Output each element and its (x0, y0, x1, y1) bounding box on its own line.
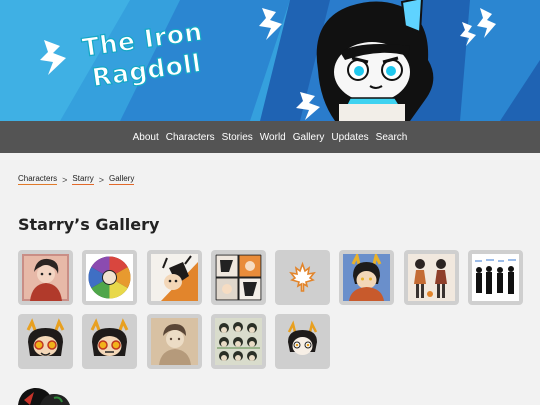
gallery-thumbnail[interactable] (275, 250, 331, 305)
page-title: Starry’s Gallery (18, 215, 160, 234)
artwork-image (214, 254, 262, 301)
artwork-image (86, 254, 134, 301)
artwork-image (279, 318, 327, 365)
nav-search[interactable]: Search (376, 132, 408, 143)
nav-world[interactable]: World (260, 132, 286, 143)
gallery-thumbnail[interactable] (18, 314, 73, 369)
breadcrumb-characters[interactable]: Characters (18, 174, 58, 185)
mascot-character (316, 0, 434, 121)
breadcrumb-gallery[interactable]: Gallery (109, 174, 135, 185)
nav-gallery[interactable]: Gallery (293, 132, 325, 143)
gallery-thumbnail[interactable] (146, 314, 202, 369)
gallery-thumbnail[interactable] (468, 250, 524, 305)
gallery-thumbnail[interactable] (18, 250, 73, 305)
artwork-image (22, 318, 69, 365)
maple-leaf-icon (279, 254, 327, 301)
site-banner: The Iron Ragdoll (0, 0, 540, 121)
gallery-thumbnail[interactable] (275, 314, 331, 369)
gallery-thumbnail[interactable] (82, 314, 138, 369)
chevron-right-icon: > (62, 174, 68, 185)
nav-about[interactable]: About (133, 132, 159, 143)
chevron-right-icon: > (98, 174, 104, 185)
gallery-thumbnail[interactable] (82, 250, 138, 305)
main-navigation: About Characters Stories World Gallery U… (0, 121, 540, 153)
breadcrumb-starry[interactable]: Starry (72, 174, 94, 185)
artwork-image (214, 318, 262, 365)
gallery-thumbnail[interactable] (339, 250, 395, 305)
gallery-thumbnail[interactable] (210, 250, 266, 305)
breadcrumb: Characters > Starry > Gallery (18, 174, 135, 185)
nav-updates[interactable]: Updates (331, 132, 368, 143)
artwork-image (150, 318, 198, 365)
artwork-image (472, 254, 520, 301)
nav-characters[interactable]: Characters (166, 132, 215, 143)
artwork-image (86, 318, 134, 365)
artwork-image (150, 254, 198, 301)
gallery-thumbnail[interactable] (210, 314, 266, 369)
nav-stories[interactable]: Stories (222, 132, 253, 143)
corner-decoration (18, 387, 70, 405)
gallery-grid (18, 250, 528, 369)
banner-background (0, 0, 540, 121)
artwork-image (343, 254, 391, 301)
artwork-image (407, 254, 455, 301)
gallery-thumbnail[interactable] (146, 250, 202, 305)
artwork-image (22, 254, 69, 301)
gallery-thumbnail[interactable] (403, 250, 459, 305)
